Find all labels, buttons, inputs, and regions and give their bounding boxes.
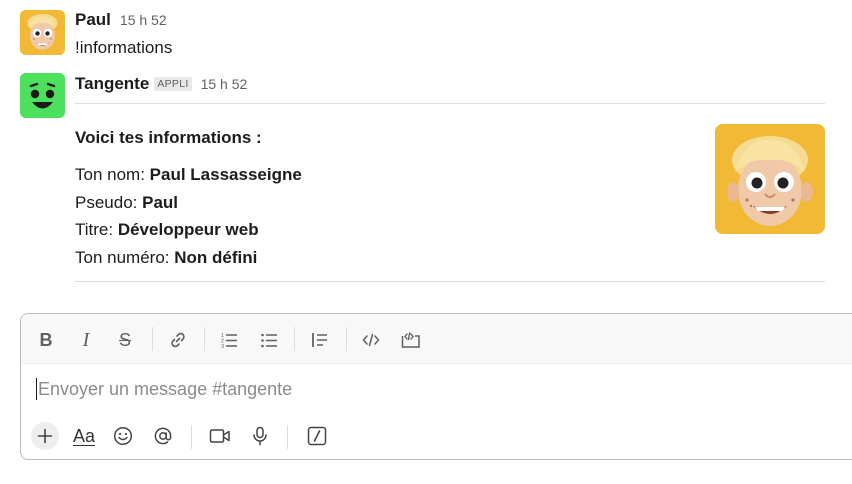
formatting-toolbar: B I S 123 <box>21 314 852 364</box>
microphone-icon[interactable] <box>246 422 274 450</box>
message-input-area[interactable] <box>36 374 836 404</box>
toolbar-divider <box>346 327 347 351</box>
text-caret <box>36 378 37 400</box>
actions-divider <box>287 425 288 449</box>
card-title: Voici tes informations : <box>75 128 262 147</box>
field-title: Titre: Développeur web <box>75 220 259 240</box>
code-block-icon[interactable] <box>398 327 424 353</box>
bold-icon[interactable]: B <box>33 327 59 353</box>
field-value: Développeur web <box>117 220 259 239</box>
paul-profile-image[interactable] <box>715 124 825 234</box>
toolbar-divider <box>294 327 295 351</box>
italic-icon[interactable]: I <box>73 327 99 353</box>
strikethrough-icon[interactable]: S <box>112 327 138 353</box>
actions-divider <box>191 425 192 449</box>
field-label: Ton nom: <box>75 165 150 184</box>
field-number: Ton numéro: Non défini <box>75 248 257 268</box>
timestamp[interactable]: 15 h 52 <box>120 12 167 28</box>
plus-icon[interactable] <box>31 422 59 450</box>
slash-command-icon[interactable] <box>303 422 331 450</box>
message-composer: B I S 123 Aa <box>20 313 852 460</box>
field-value: Paul <box>142 193 179 212</box>
author-name[interactable]: Tangente <box>75 74 149 94</box>
toolbar-divider <box>204 327 205 351</box>
message-header: Tangente APPLI 15 h 52 <box>75 74 247 94</box>
toolbar-divider <box>152 327 153 351</box>
link-icon[interactable] <box>165 327 191 353</box>
field-pseudo: Pseudo: Paul <box>75 193 178 213</box>
field-label: Titre: <box>75 220 118 239</box>
code-icon[interactable] <box>358 327 384 353</box>
tangente-bot-avatar-icon[interactable] <box>20 73 65 118</box>
message-input[interactable] <box>38 378 798 400</box>
timestamp[interactable]: 15 h 52 <box>201 76 248 92</box>
ordered-list-icon[interactable]: 123 <box>216 327 242 353</box>
emoji-icon[interactable] <box>109 422 137 450</box>
svg-text:3: 3 <box>221 344 224 349</box>
field-name: Ton nom: Paul Lassasseigne <box>75 165 302 185</box>
mention-icon[interactable] <box>149 422 177 450</box>
formatting-icon[interactable]: Aa <box>69 422 99 450</box>
field-label: Pseudo: <box>75 193 143 212</box>
app-badge: APPLI <box>154 77 192 91</box>
composer-actions: Aa <box>21 417 852 455</box>
field-value: Paul Lassasseigne <box>149 165 302 184</box>
field-value: Non défini <box>174 248 258 267</box>
video-icon[interactable] <box>206 422 234 450</box>
message-header: Paul 15 h 52 <box>75 10 167 30</box>
bulleted-list-icon[interactable] <box>256 327 282 353</box>
paul-avatar-icon[interactable] <box>20 10 65 55</box>
field-label: Ton numéro: <box>75 248 175 267</box>
author-name[interactable]: Paul <box>75 10 111 30</box>
blockquote-icon[interactable] <box>307 327 333 353</box>
message-text: !informations <box>75 38 173 57</box>
info-card: Voici tes informations : Ton nom: Paul L… <box>75 103 825 282</box>
